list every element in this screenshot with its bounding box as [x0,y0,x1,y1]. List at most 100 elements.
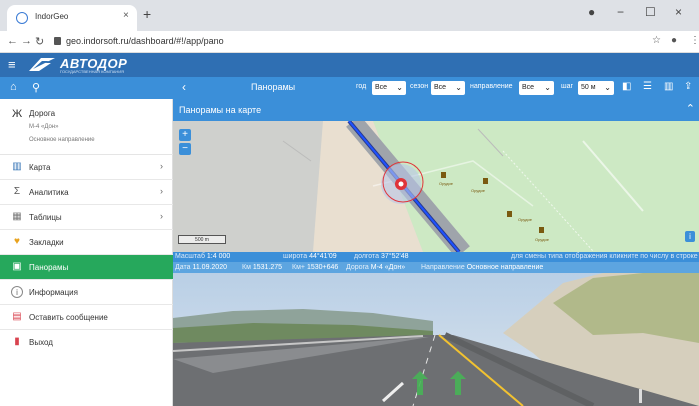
browser-tab-bar: IndorGeo × + ● − ☐ × [0,0,699,31]
sidebar: Ж Дорога М-4 «Дон» Основное направление … [0,99,173,406]
address-bar: ← → ↻ geo.indorsoft.ru/dashboard/#!/app/… [0,31,699,53]
info-icon: i [11,286,23,298]
chevron-right-icon: › [160,211,163,221]
step-value: 50 м [581,84,596,91]
year-value: Все [375,84,388,91]
map-info-button[interactable]: i [685,231,695,242]
season-select[interactable]: Все ⌄ [431,81,465,95]
minimize-button[interactable]: − [617,5,624,19]
panorama-icon: ▣ [12,261,22,272]
hamburger-menu-icon[interactable]: ≡ [8,57,16,72]
sidebar-item-label: Аналитика [29,188,69,197]
chevron-right-icon: › [160,161,163,171]
move-backward-arrow-icon[interactable] [450,371,466,395]
maximize-button[interactable]: ☐ [645,5,656,19]
road-icon: Ж [12,108,23,120]
sidebar-item-bookmarks[interactable]: ♥ Закладки [0,230,173,255]
logo-subtitle: ГОСУДАРСТВЕННАЯ КОМПАНИЯ [60,69,125,74]
sidebar-item-analytics[interactable]: Σ Аналитика › [0,180,173,205]
search-icon[interactable]: ⚲ [32,81,40,94]
direction-status: Направление Основное направление [421,264,544,271]
map-canvas: Орудие Орудие Орудие Орудие [173,121,699,252]
toolbar-title: Панорамы [251,82,296,92]
status-hint: для смены типа отображения кликните по ч… [511,253,698,260]
chevron-down-icon: ⌄ [604,83,611,92]
map-panel-header: Панорамы на карте ⌃ [173,99,699,121]
scale-status[interactable]: Масштаб 1:4 000 [175,253,230,260]
date-status: Дата 11.09.2020 [175,264,227,271]
book-icon[interactable]: ▥ [664,81,673,92]
map-scale-bar: 500 m [178,235,226,244]
road-status: Дорога М-4 «Дон» [346,264,406,271]
record-icon[interactable]: ● [588,5,595,19]
main-content: Панорамы на карте ⌃ Орудие Орудие Орудие… [173,99,699,406]
step-select[interactable]: 50 м ⌄ [578,81,614,95]
direction-select[interactable]: Все ⌄ [519,81,554,95]
season-label: сезон [410,83,429,90]
chevron-down-icon: ⌄ [544,83,551,92]
panorama-view[interactable] [173,273,699,406]
km-status: Км 1531.275 [242,264,283,271]
move-forward-arrow-icon[interactable] [412,371,428,395]
table-icon: ▦ [12,211,22,222]
list-icon[interactable]: ☰ [643,81,652,92]
tab-close-button[interactable]: × [123,10,129,21]
lock-icon [54,37,61,45]
map-status-bar: Масштаб 1:4 000 широта 44°41'09 долгота … [173,252,699,262]
app-header: ≡ АВТОДОР ГОСУДАРСТВЕННАЯ КОМПАНИЯ [0,53,699,77]
sidebar-item-label: Информация [29,288,78,297]
url-field[interactable]: geo.indorsoft.ru/dashboard/#!/app/pano [66,36,224,46]
sidebar-item-label: Панорамы [29,263,69,272]
sidebar-item-map[interactable]: ▥ Карта › [0,155,173,180]
sidebar-item-message[interactable]: ▤ Оставить сообщение [0,305,173,330]
longitude-status[interactable]: долгота 37°52'48 [354,253,409,260]
star-icon[interactable]: ☆ [652,35,661,46]
sidebar-item-panoramas[interactable]: ▣ Панорамы [0,255,173,280]
sidebar-item-tables[interactable]: ▦ Таблицы › [0,205,173,230]
year-label: год [356,83,367,90]
map-icon: ▥ [12,161,22,172]
forward-arrow-icon[interactable]: → [21,35,32,47]
season-value: Все [434,84,447,91]
zoom-out-button[interactable]: − [179,143,191,155]
sidebar-item-label: Закладки [29,238,64,247]
map-label: Орудие [471,188,486,193]
back-chevron-icon[interactable]: ‹ [182,80,186,94]
calendar-icon: ▤ [12,311,22,322]
home-icon[interactable]: ⌂ [10,81,17,93]
map-view[interactable]: Орудие Орудие Орудие Орудие + − 500 m i [173,121,699,252]
map-label: Орудие [535,237,550,242]
split-view-icon[interactable]: ◧ [622,81,631,92]
sidebar-item-exit[interactable]: ▮ Выход [0,330,173,355]
sidebar-item-label: Карта [29,163,51,172]
year-select[interactable]: Все ⌄ [372,81,406,95]
close-window-button[interactable]: × [675,5,682,19]
panorama-image [173,273,699,406]
globe-icon [16,12,28,24]
new-tab-button[interactable]: + [143,6,151,22]
share-icon[interactable]: ⇪ [684,81,692,92]
exit-door-icon: ▮ [14,336,20,347]
menu-dots-icon[interactable]: ⋮ [690,35,699,46]
back-arrow-icon[interactable]: ← [7,35,18,47]
sidebar-item-label: Выход [29,338,53,347]
tab-title: IndorGeo [35,12,69,21]
panorama-status-bar: Дата 11.09.2020 Км 1531.275 Км+ 1530+646… [173,262,699,273]
road-name: М-4 «Дон» [29,124,59,130]
profile-icon[interactable]: ● [671,35,677,46]
road-direction: Основное направление [29,137,95,143]
browser-tab[interactable]: IndorGeo × [7,5,137,31]
reload-icon[interactable]: ↻ [35,35,44,48]
chevron-down-icon: ⌄ [396,83,403,92]
sidebar-road-info[interactable]: Ж Дорога М-4 «Дон» Основное направление [0,99,173,155]
sidebar-item-info[interactable]: i Информация [0,280,173,305]
bookmark-heart-icon: ♥ [14,236,20,247]
map-label: Орудие [518,217,533,222]
road-label: Дорога [29,109,56,118]
map-label: Орудие [439,181,454,186]
zoom-in-button[interactable]: + [179,129,191,141]
step-label: шаг [561,83,574,90]
direction-label: направление [470,83,513,90]
collapse-chevron-icon[interactable]: ⌃ [686,102,695,115]
latitude-status[interactable]: широта 44°41'09 [283,253,337,260]
